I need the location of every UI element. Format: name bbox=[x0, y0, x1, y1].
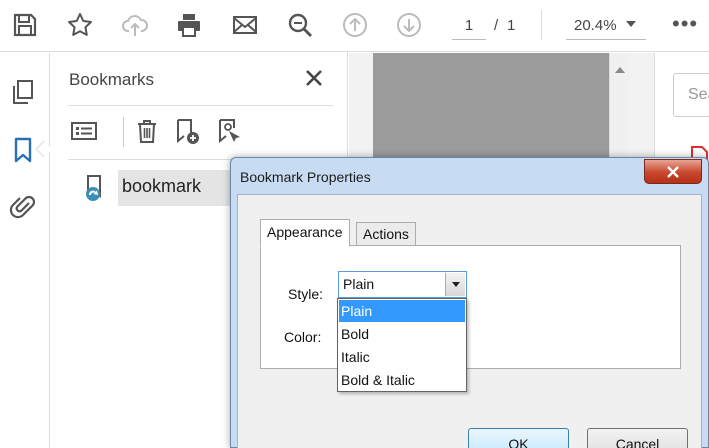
cloud-upload-icon[interactable] bbox=[118, 8, 152, 42]
bookmark-item-label[interactable]: bookmark bbox=[118, 170, 248, 206]
style-option-bold-italic[interactable]: Bold & Italic bbox=[339, 369, 465, 391]
tool-divider bbox=[123, 117, 124, 147]
style-label: Style: bbox=[288, 286, 324, 302]
left-navigation-rail bbox=[0, 53, 53, 448]
bookmark-properties-dialog: Bookmark Properties Appearance Actions S… bbox=[230, 157, 709, 448]
page-number-input[interactable]: 1 bbox=[452, 12, 486, 40]
close-icon[interactable] bbox=[303, 67, 325, 89]
prev-page-icon[interactable] bbox=[338, 8, 372, 42]
toolbar-divider bbox=[541, 10, 542, 40]
style-dropdown-list: Plain Bold Italic Bold & Italic bbox=[337, 298, 467, 392]
close-icon bbox=[667, 165, 679, 178]
chevron-down-icon bbox=[451, 282, 460, 287]
star-icon[interactable] bbox=[63, 8, 97, 42]
style-option-bold[interactable]: Bold bbox=[339, 323, 465, 345]
attachment-icon[interactable] bbox=[6, 189, 40, 223]
bookmark-properties-icon[interactable] bbox=[213, 115, 245, 147]
ok-button[interactable]: OK bbox=[468, 428, 569, 448]
appearance-panel: Style: Color: Plain bbox=[260, 245, 681, 369]
page-separator: / bbox=[494, 17, 499, 34]
cancel-button[interactable]: Cancel bbox=[587, 428, 688, 448]
style-option-italic[interactable]: Italic bbox=[339, 346, 465, 368]
dialog-body: Appearance Actions Style: Color: Plain O… bbox=[237, 194, 702, 448]
style-select-value: Plain bbox=[343, 276, 375, 292]
bookmark-tools bbox=[68, 113, 333, 151]
page-total: 1 bbox=[507, 17, 516, 34]
main-toolbar: 1 / 1 20.4% ••• bbox=[0, 0, 709, 52]
next-page-icon[interactable] bbox=[392, 8, 426, 42]
pages-icon[interactable] bbox=[6, 75, 40, 109]
style-option-plain[interactable]: Plain bbox=[339, 300, 465, 322]
dialog-titlebar[interactable]: Bookmark Properties bbox=[231, 158, 708, 194]
dialog-title: Bookmark Properties bbox=[240, 169, 371, 185]
tab-appearance[interactable]: Appearance bbox=[260, 219, 350, 247]
dialog-close-button[interactable] bbox=[644, 159, 702, 184]
panel-title: Bookmarks bbox=[69, 70, 155, 89]
divider bbox=[68, 105, 333, 106]
bookmark-item-icon bbox=[83, 174, 107, 202]
scroll-up-icon[interactable] bbox=[615, 67, 625, 73]
search-input[interactable]: Search bbox=[673, 73, 709, 117]
trash-icon[interactable] bbox=[131, 115, 163, 147]
new-bookmark-icon[interactable] bbox=[171, 115, 203, 147]
style-select[interactable]: Plain bbox=[338, 271, 467, 298]
tab-actions[interactable]: Actions bbox=[356, 222, 416, 246]
print-icon[interactable] bbox=[172, 8, 206, 42]
dropdown-button[interactable] bbox=[445, 273, 465, 296]
color-label: Color: bbox=[284, 329, 322, 345]
zoom-search-icon[interactable] bbox=[283, 8, 317, 42]
chevron-down-icon[interactable] bbox=[626, 21, 636, 27]
mail-icon[interactable] bbox=[228, 8, 262, 42]
save-icon[interactable] bbox=[8, 8, 42, 42]
bookmark-icon[interactable] bbox=[6, 133, 40, 167]
options-menu-icon[interactable] bbox=[68, 115, 100, 147]
more-options-button[interactable]: ••• bbox=[672, 12, 698, 36]
